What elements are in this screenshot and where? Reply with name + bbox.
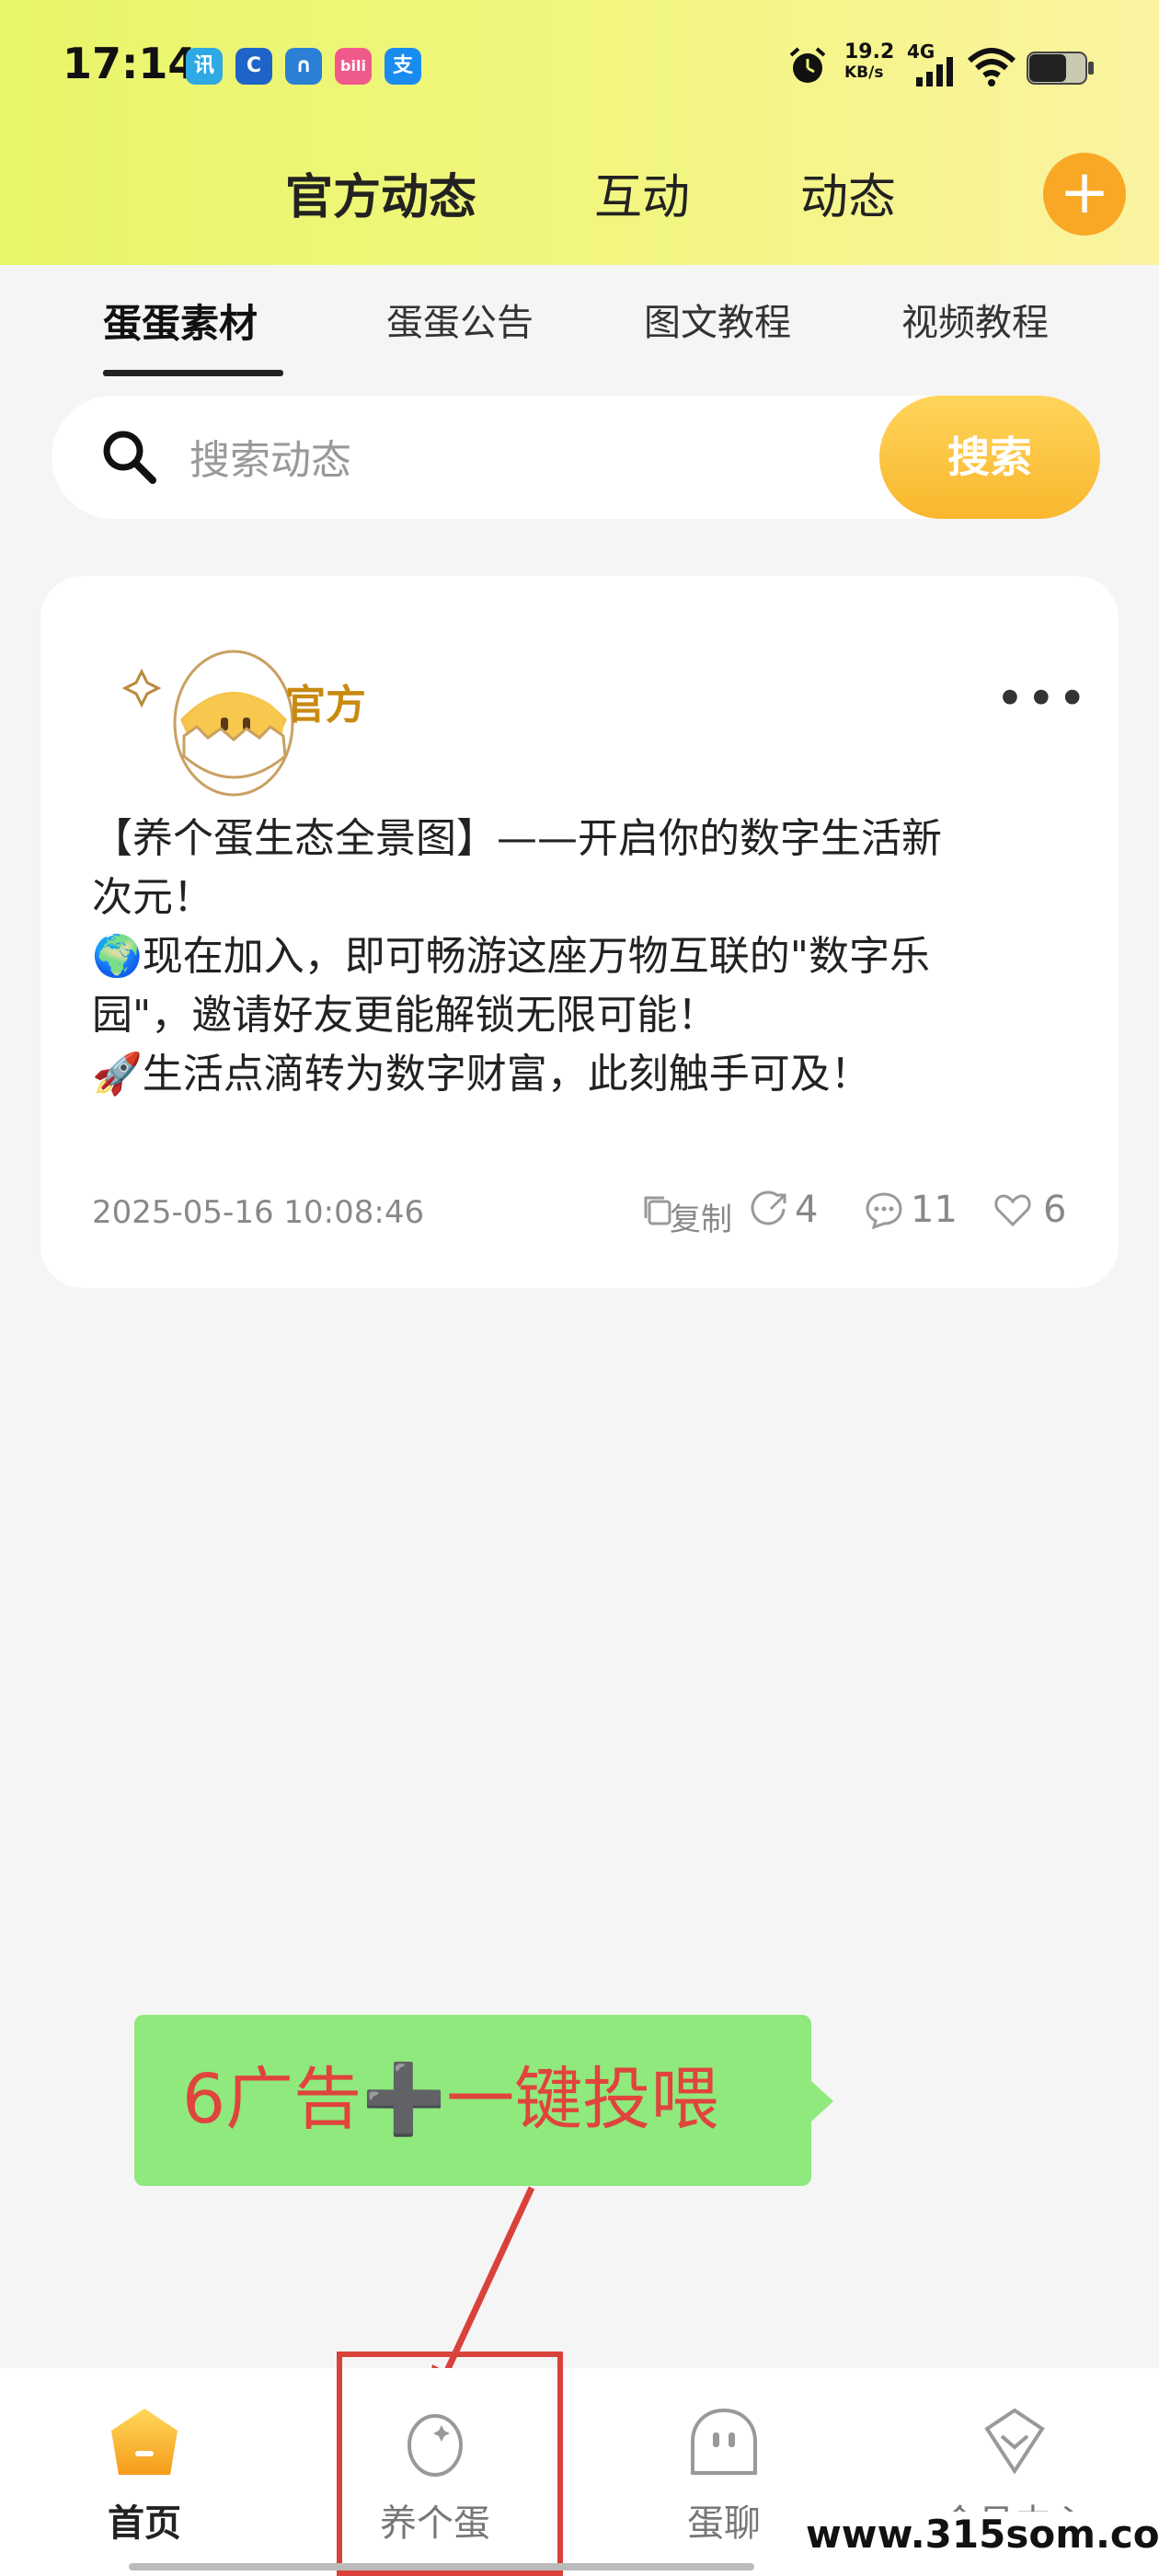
chat-icon (691, 2408, 757, 2475)
highlight-box (337, 2352, 563, 2576)
watermark-text: www.315som.com (800, 2512, 1159, 2557)
member-icon (984, 2408, 1045, 2475)
annotation-arrow (425, 2186, 535, 2403)
tab-label: 首页 (108, 2502, 181, 2545)
tab-home[interactable]: 首页 (29, 2368, 259, 2576)
home-indicator (129, 2563, 754, 2570)
home-icon (111, 2409, 178, 2475)
